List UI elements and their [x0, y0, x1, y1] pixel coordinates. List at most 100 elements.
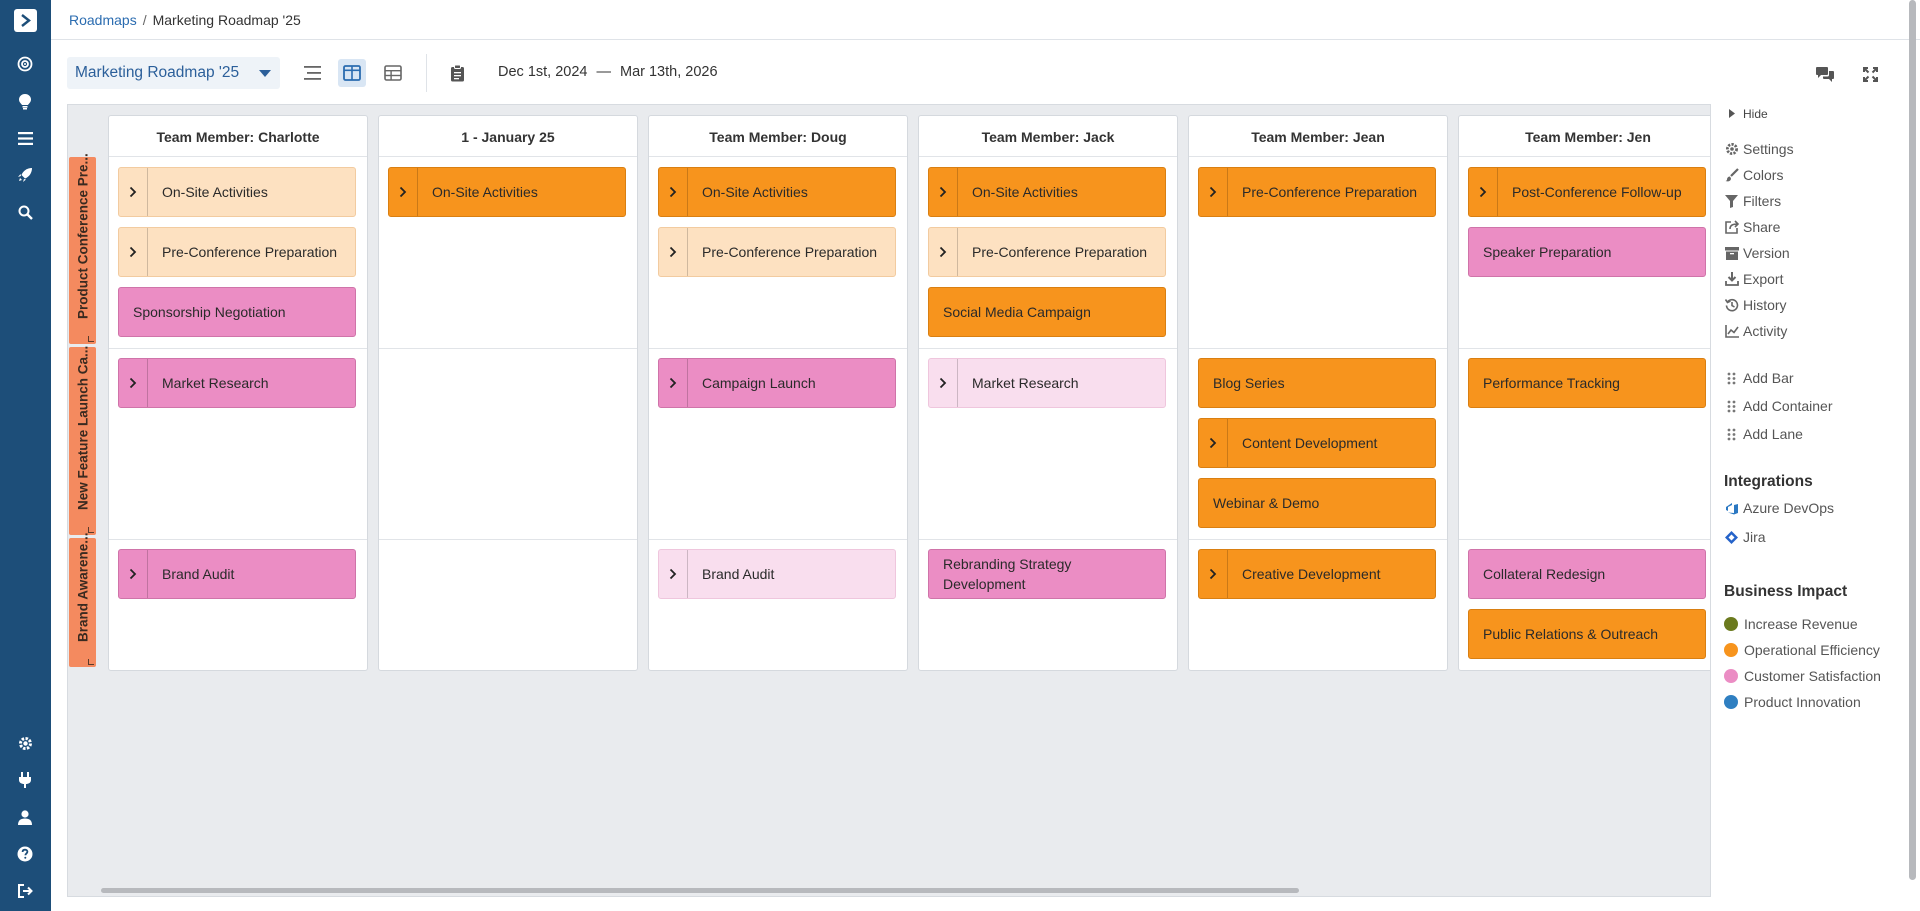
chevron-right-icon[interactable] — [1199, 419, 1228, 467]
export-menu-item[interactable]: Export — [1724, 271, 1783, 287]
chevron-right-icon[interactable] — [659, 228, 688, 276]
app-logo-icon[interactable] — [14, 9, 37, 32]
bar-content-development[interactable]: Content Development — [1198, 418, 1436, 468]
activity-menu-item[interactable]: Activity — [1724, 323, 1787, 339]
lane-resize-handle[interactable] — [88, 336, 94, 342]
bar-public-relations-outreach[interactable]: Public Relations & Outreach — [1468, 609, 1706, 659]
column-header[interactable]: Team Member: Doug — [649, 116, 907, 157]
bar-label: Campaign Launch — [702, 375, 816, 391]
archive-icon — [1724, 246, 1739, 261]
legend-product-innovation[interactable]: Product Innovation — [1724, 694, 1861, 710]
chevron-right-icon[interactable] — [119, 168, 148, 216]
list-view-button[interactable] — [298, 59, 326, 87]
chevron-right-icon[interactable] — [1469, 168, 1498, 216]
chevron-right-icon[interactable] — [659, 550, 688, 598]
bar-market-research[interactable]: Market Research — [928, 358, 1166, 408]
bar-market-research[interactable]: Market Research — [118, 358, 356, 408]
bar-sponsorship-negotiation[interactable]: Sponsorship Negotiation — [118, 287, 356, 337]
breadcrumb-roadmaps-link[interactable]: Roadmaps — [69, 12, 137, 28]
bar-social-media-campaign[interactable]: Social Media Campaign — [928, 287, 1166, 337]
plug-icon[interactable] — [16, 771, 34, 789]
table-view-button[interactable] — [379, 59, 407, 87]
chevron-right-icon[interactable] — [929, 168, 958, 216]
date-range[interactable]: Dec 1st, 2024 — Mar 13th, 2026 — [498, 64, 718, 80]
column-header[interactable]: Team Member: Charlotte — [109, 116, 367, 157]
lane-tab-product-conference[interactable]: Product Conference Pre... — [69, 153, 96, 344]
chevron-right-icon[interactable] — [119, 359, 148, 407]
brush-icon — [1724, 168, 1739, 183]
jira-integration[interactable]: Jira — [1724, 529, 1766, 545]
legend-operational-efficiency[interactable]: Operational Efficiency — [1724, 642, 1880, 658]
lane-tab-brand-awareness[interactable]: Brand Awarene... — [69, 532, 96, 667]
bar-post-conference-follow-up[interactable]: Post-Conference Follow-up — [1468, 167, 1706, 217]
bar-on-site-activities[interactable]: On-Site Activities — [388, 167, 626, 217]
add-bar-button[interactable]: Add Bar — [1724, 370, 1794, 386]
column-header[interactable]: Team Member: Jean — [1189, 116, 1447, 157]
add-container-button[interactable]: Add Container — [1724, 398, 1833, 414]
bar-collateral-redesign[interactable]: Collateral Redesign — [1468, 549, 1706, 599]
bar-brand-audit[interactable]: Brand Audit — [658, 549, 896, 599]
filters-menu-item[interactable]: Filters — [1724, 193, 1781, 209]
table-view-icon — [384, 65, 402, 81]
column-header[interactable]: 1 - January 25 — [379, 116, 637, 157]
bar-on-site-activities[interactable]: On-Site Activities — [118, 167, 356, 217]
chevron-right-icon[interactable] — [389, 168, 418, 216]
bar-pre-conference-preparation[interactable]: Pre-Conference Preparation — [1198, 167, 1436, 217]
chevron-right-icon[interactable] — [1199, 168, 1228, 216]
lightbulb-icon[interactable] — [16, 92, 34, 110]
list-icon[interactable] — [16, 129, 34, 147]
history-menu-item[interactable]: History — [1724, 297, 1787, 313]
vertical-scrollbar[interactable] — [1909, 0, 1916, 880]
legend-swatch — [1724, 695, 1738, 709]
bar-brand-audit[interactable]: Brand Audit — [118, 549, 356, 599]
bar-pre-conference-preparation[interactable]: Pre-Conference Preparation — [658, 227, 896, 277]
chevron-right-icon[interactable] — [659, 359, 688, 407]
bar-performance-tracking[interactable]: Performance Tracking — [1468, 358, 1706, 408]
column-header[interactable]: Team Member: Jack — [919, 116, 1177, 157]
bar-speaker-preparation[interactable]: Speaker Preparation — [1468, 227, 1706, 277]
colors-menu-item[interactable]: Colors — [1724, 167, 1783, 183]
chevron-right-icon[interactable] — [929, 228, 958, 276]
roadmap-select[interactable]: Marketing Roadmap '25 — [67, 57, 280, 89]
version-menu-item[interactable]: Version — [1724, 245, 1790, 261]
board-view-button[interactable] — [338, 59, 366, 87]
breadcrumb-current: Marketing Roadmap '25 — [152, 12, 301, 28]
bar-pre-conference-preparation[interactable]: Pre-Conference Preparation — [118, 227, 356, 277]
bar-webinar-demo[interactable]: Webinar & Demo — [1198, 478, 1436, 528]
date-end[interactable]: Mar 13th, 2026 — [620, 64, 718, 80]
settings-menu-item[interactable]: Settings — [1724, 141, 1794, 157]
chevron-right-icon[interactable] — [659, 168, 688, 216]
gear-icon[interactable] — [16, 734, 34, 752]
add-lane-button[interactable]: Add Lane — [1724, 426, 1803, 442]
chevron-right-icon[interactable] — [1199, 550, 1228, 598]
legend-increase-revenue[interactable]: Increase Revenue — [1724, 616, 1858, 632]
chevron-right-icon[interactable] — [119, 228, 148, 276]
legend-label: Operational Efficiency — [1744, 642, 1880, 658]
chevron-right-icon[interactable] — [119, 550, 148, 598]
bar-on-site-activities[interactable]: On-Site Activities — [928, 167, 1166, 217]
bar-blog-series[interactable]: Blog Series — [1198, 358, 1436, 408]
bar-creative-development[interactable]: Creative Development — [1198, 549, 1436, 599]
lane-tab-new-feature-launch[interactable]: New Feature Launch Ca... — [69, 346, 96, 535]
help-icon[interactable] — [16, 845, 34, 863]
bar-campaign-launch[interactable]: Campaign Launch — [658, 358, 896, 408]
column-header[interactable]: Team Member: Jen — [1459, 116, 1710, 157]
hide-panel-button[interactable]: Hide — [1724, 106, 1768, 121]
clipboard-button[interactable] — [443, 59, 471, 87]
legend-customer-satisfaction[interactable]: Customer Satisfaction — [1724, 668, 1881, 684]
target-icon[interactable] — [16, 55, 34, 73]
share-menu-item[interactable]: Share — [1724, 219, 1780, 235]
user-icon[interactable] — [16, 808, 34, 826]
bar-label: Speaker Preparation — [1483, 244, 1612, 260]
horizontal-scrollbar[interactable] — [101, 888, 1299, 893]
bar-on-site-activities[interactable]: On-Site Activities — [658, 167, 896, 217]
lane-resize-handle[interactable] — [88, 659, 94, 665]
logout-icon[interactable] — [16, 882, 34, 900]
rocket-icon[interactable] — [16, 166, 34, 184]
chevron-right-icon[interactable] — [929, 359, 958, 407]
search-icon[interactable] — [16, 203, 34, 221]
bar-rebranding-strategy-development[interactable]: Rebranding Strategy Development — [928, 549, 1166, 599]
azure-devops-integration[interactable]: Azure DevOps — [1724, 500, 1834, 516]
bar-pre-conference-preparation[interactable]: Pre-Conference Preparation — [928, 227, 1166, 277]
date-start[interactable]: Dec 1st, 2024 — [498, 64, 587, 80]
